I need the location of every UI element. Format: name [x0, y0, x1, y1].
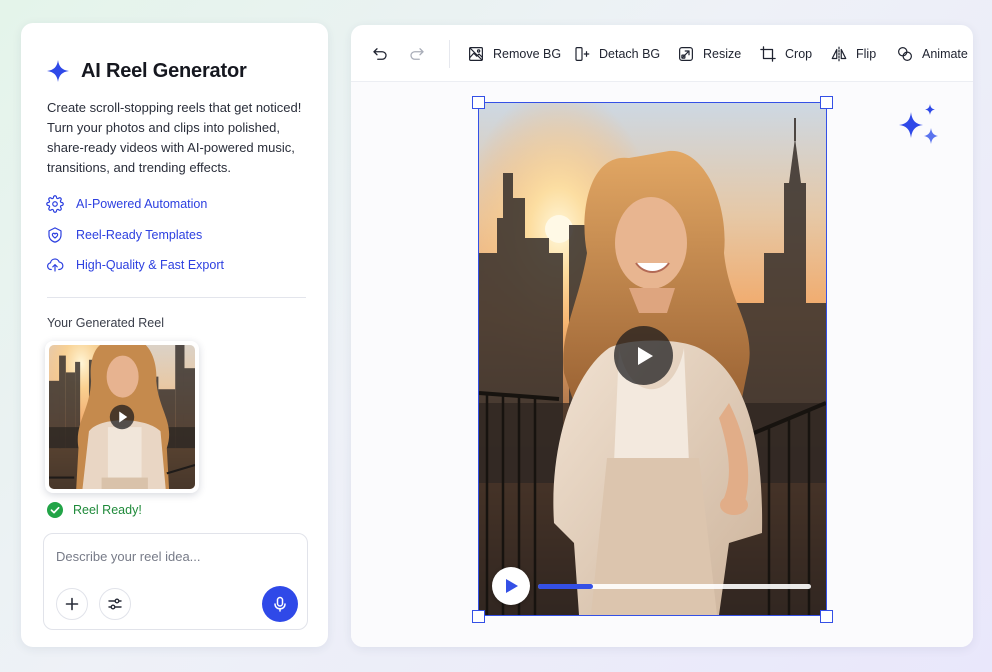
sparkles-icon: [899, 104, 938, 144]
undo-button[interactable]: [371, 43, 389, 65]
divider: [47, 297, 306, 298]
resize-handle-bottom-left[interactable]: [472, 610, 485, 623]
undo-icon: [373, 48, 387, 60]
playback-progress-bar[interactable]: [538, 584, 811, 589]
remove-bg-button[interactable]: Remove BG: [467, 43, 561, 65]
animate-button[interactable]: Animate: [896, 43, 968, 65]
description-line: transitions, and trending effects.: [47, 160, 232, 175]
reel-idea-input[interactable]: [56, 546, 294, 566]
generated-reel-thumbnail[interactable]: [45, 341, 199, 493]
settings-sliders-button[interactable]: [99, 588, 131, 620]
player-play-button[interactable]: [492, 567, 530, 605]
resize-icon: [679, 47, 693, 61]
tool-label: Crop: [785, 47, 813, 61]
redo-button[interactable]: [408, 43, 426, 65]
microphone-icon: [274, 596, 286, 612]
sparkle-icon: [47, 60, 69, 82]
feature-label: AI-Powered Automation: [76, 197, 208, 211]
prompt-composer: [43, 533, 308, 630]
reel-status-label: Reel Ready!: [73, 503, 142, 517]
feature-reel-templates[interactable]: Reel-Ready Templates: [46, 225, 224, 245]
remove-bg-icon: [469, 47, 483, 61]
play-icon: [637, 346, 653, 365]
description-line: Create scroll-stopping reels that get no…: [47, 100, 302, 115]
tool-label: Resize: [703, 47, 742, 61]
editor-panel: Remove BG Detach BG Resize Crop Flip Ani…: [351, 25, 973, 647]
plus-icon: [65, 597, 79, 611]
detach-bg-button[interactable]: Detach BG: [573, 43, 660, 65]
resize-button[interactable]: Resize: [677, 43, 741, 65]
resize-handle-top-left[interactable]: [472, 96, 485, 109]
editor-canvas[interactable]: [351, 82, 973, 647]
crop-icon: [760, 46, 776, 62]
tool-label: Animate: [922, 47, 968, 61]
feature-label: Reel-Ready Templates: [76, 227, 203, 242]
cloud-upload-icon: [47, 258, 64, 272]
feature-list: AI-Powered Automation Reel-Ready Templat…: [46, 194, 224, 286]
toolbar-separator: [449, 40, 450, 68]
playback-progress-fill: [538, 584, 593, 589]
flip-icon: [831, 46, 847, 62]
resize-handle-bottom-right[interactable]: [820, 610, 833, 623]
redo-icon: [410, 48, 424, 60]
add-button[interactable]: [56, 588, 88, 620]
heart-shield-icon: [48, 226, 62, 243]
reel-thumbnail-image: [49, 345, 195, 489]
description-line: Turn your photos and clips into polished…: [47, 120, 280, 135]
tool-label: Detach BG: [599, 47, 661, 61]
description-line: share-ready videos with AI-powered music…: [47, 140, 295, 155]
reel-status: Reel Ready!: [47, 502, 142, 518]
detach-bg-icon: [575, 47, 590, 61]
feature-fast-export[interactable]: High-Quality & Fast Export: [46, 255, 224, 275]
generator-panel: AI Reel Generator Create scroll-stopping…: [21, 23, 328, 647]
center-play-button[interactable]: [614, 326, 673, 385]
flip-button[interactable]: Flip: [830, 43, 876, 65]
generated-reel-heading: Your Generated Reel: [47, 316, 164, 330]
resize-handle-top-right[interactable]: [820, 96, 833, 109]
sliders-icon: [108, 598, 122, 610]
feature-ai-automation[interactable]: AI-Powered Automation: [46, 194, 224, 214]
tool-label: Flip: [856, 47, 877, 61]
voice-input-button[interactable]: [262, 586, 298, 622]
app-header: AI Reel Generator: [46, 59, 247, 83]
tool-label: Remove BG: [493, 47, 562, 61]
app-description: Create scroll-stopping reels that get no…: [47, 98, 309, 178]
app-title: AI Reel Generator: [81, 59, 247, 82]
feature-label: High-Quality & Fast Export: [76, 258, 224, 272]
gear-icon: [46, 195, 64, 213]
editor-toolbar: Remove BG Detach BG Resize Crop Flip Ani…: [351, 25, 973, 82]
check-circle-icon: [47, 502, 63, 518]
crop-button[interactable]: Crop: [759, 43, 812, 65]
play-icon: [506, 579, 518, 593]
animate-icon: [898, 47, 912, 61]
